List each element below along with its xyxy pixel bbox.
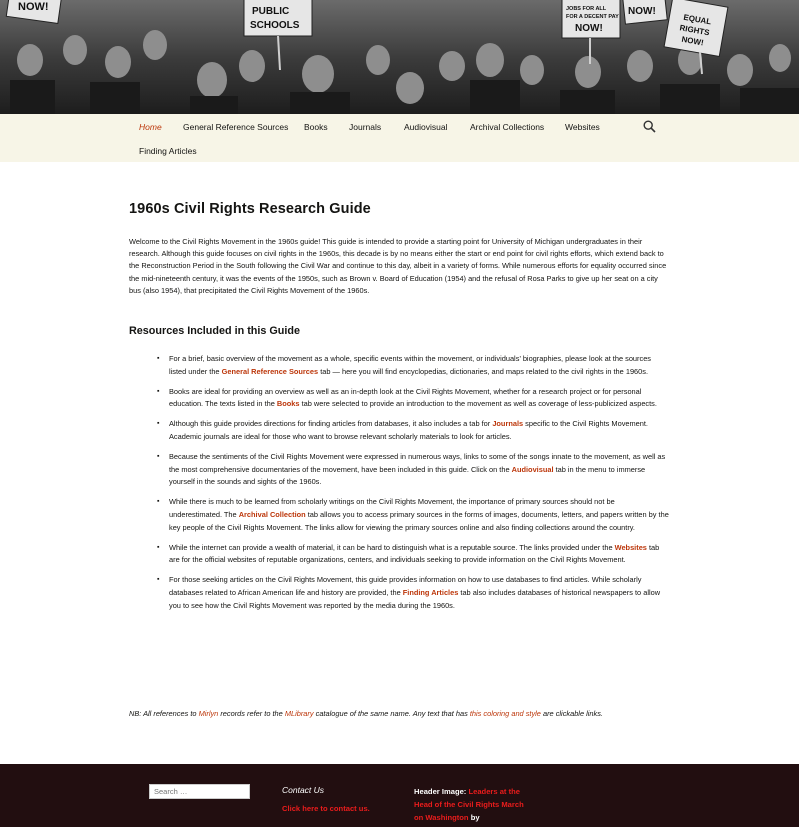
page-title: 1960s Civil Rights Research Guide — [129, 201, 371, 217]
list-item: While there is much to be learned from s… — [157, 496, 669, 534]
general-reference-sources-link[interactable]: General Reference Sources — [222, 367, 319, 376]
nav-home[interactable]: Home — [139, 122, 162, 132]
contact-link[interactable]: Click here to contact us. — [282, 804, 370, 813]
banner-sign-text: PUBLIC — [252, 6, 289, 17]
list-item: While the internet can provide a wealth … — [157, 542, 669, 568]
note-paragraph: NB: All references to Mirlyn records ref… — [129, 709, 603, 718]
banner-sign-text: NOW! — [628, 6, 656, 17]
nav-journals[interactable]: Journals — [349, 122, 381, 132]
mirlyn-link[interactable]: Mirlyn — [199, 709, 219, 718]
nav-books[interactable]: Books — [304, 122, 328, 132]
audiovisual-link[interactable]: Audiovisual — [512, 465, 554, 474]
link-style-sample: this coloring and style — [469, 709, 541, 718]
list-item: Because the sentiments of the Civil Righ… — [157, 451, 669, 489]
header-image-label: Header Image: — [414, 787, 467, 796]
list-item: For a brief, basic overview of the movem… — [157, 353, 669, 379]
journals-link[interactable]: Journals — [492, 419, 523, 428]
contact-heading: Contact Us — [282, 785, 325, 795]
mlibrary-link[interactable]: MLibrary — [285, 709, 314, 718]
main-navigation: Home General Reference Sources Books Jou… — [0, 114, 799, 162]
search-icon[interactable] — [643, 120, 656, 133]
nav-general-reference-sources[interactable]: General Reference Sources — [183, 122, 288, 132]
footer-search-input[interactable] — [149, 784, 250, 799]
nav-finding-articles[interactable]: Finding Articles — [139, 146, 197, 156]
nav-archival-collections[interactable]: Archival Collections — [470, 122, 544, 132]
list-item: Although this guide provides directions … — [157, 418, 669, 444]
resources-list: For a brief, basic overview of the movem… — [157, 353, 669, 613]
nav-websites[interactable]: Websites — [565, 122, 600, 132]
nav-audiovisual[interactable]: Audiovisual — [404, 122, 447, 132]
finding-articles-link[interactable]: Finding Articles — [403, 588, 459, 597]
archival-collection-link[interactable]: Archival Collection — [239, 510, 306, 519]
list-item: Books are ideal for providing an overvie… — [157, 386, 669, 412]
header-banner-image: NOW! PUBLIC SCHOOLS JOBS FOR ALL FOR A D… — [0, 0, 799, 114]
site-footer: Contact Us Click here to contact us. Hea… — [0, 764, 799, 827]
websites-link[interactable]: Websites — [615, 543, 647, 552]
banner-sign-text: NOW! — [18, 1, 49, 13]
banner-sign-text: SCHOOLS — [250, 20, 300, 31]
books-link[interactable]: Books — [277, 399, 300, 408]
resources-heading: Resources Included in this Guide — [129, 325, 300, 337]
banner-sign-text: FOR A DECENT PAY — [566, 14, 619, 20]
list-item: For those seeking articles on the Civil … — [157, 574, 669, 612]
intro-paragraph: Welcome to the Civil Rights Movement in … — [129, 237, 667, 295]
banner-sign-text: NOW! — [575, 23, 603, 34]
banner-sign-text: JOBS FOR ALL — [566, 6, 607, 12]
header-image-by: by — [470, 813, 480, 822]
header-image-credit: Header Image: Leaders at the Head of the… — [414, 785, 524, 824]
